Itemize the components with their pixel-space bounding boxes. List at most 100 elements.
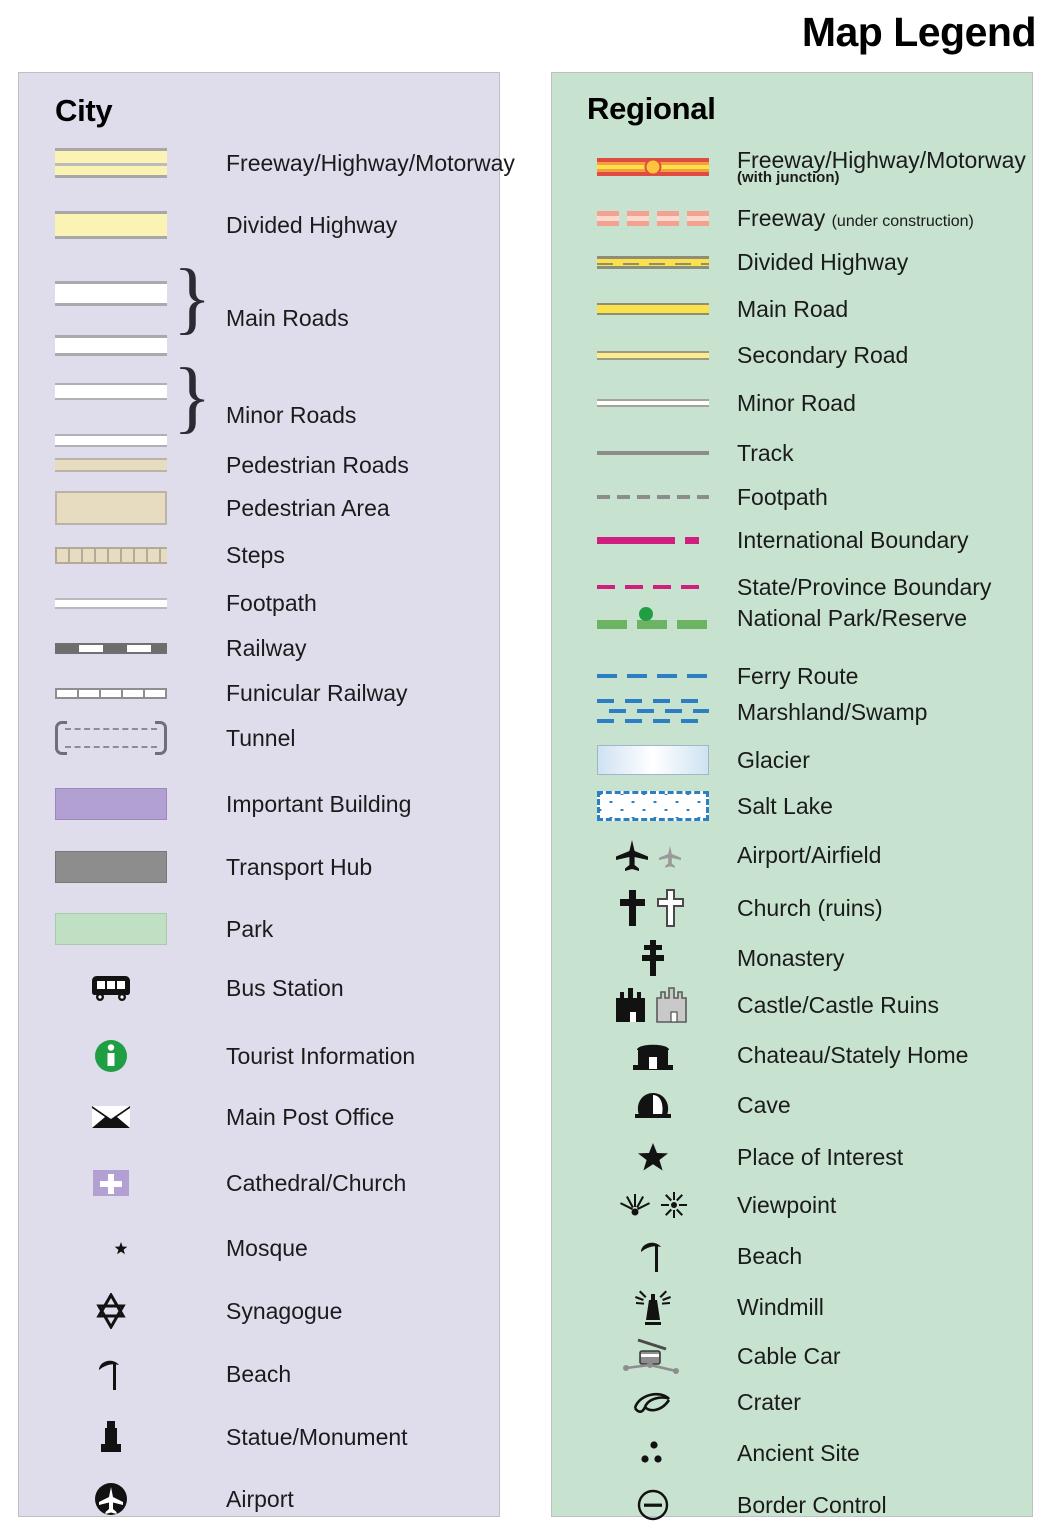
steps-swatch bbox=[55, 546, 167, 564]
legend-label: Place of Interest bbox=[737, 1143, 904, 1170]
legend-row-funicular: Funicular Railway bbox=[55, 681, 408, 705]
legend-row-post-office: Main Post Office bbox=[55, 1103, 394, 1131]
international-boundary-line bbox=[597, 536, 709, 544]
legend-label: Airport/Airfield bbox=[737, 841, 882, 868]
footpath-line bbox=[597, 495, 709, 500]
legend-row-mosque: Mosque bbox=[55, 1231, 308, 1265]
legend-row-divided-highway: Divided Highway bbox=[55, 211, 397, 239]
legend-label: Crater bbox=[737, 1388, 801, 1415]
legend-row-airport-city: Airport bbox=[55, 1481, 294, 1517]
legend-row-bus-station: Bus Station bbox=[55, 973, 344, 1003]
chateau-icon bbox=[631, 1038, 675, 1072]
freeway-junction-line bbox=[597, 157, 709, 176]
legend-row-chateau: Chateau/Stately Home bbox=[597, 1038, 968, 1072]
legend-label: Mosque bbox=[226, 1234, 308, 1261]
legend-row-tunnel: Tunnel bbox=[55, 721, 295, 755]
legend-row-place-of-interest: Place of Interest bbox=[597, 1141, 903, 1173]
legend-row-important-building: Important Building bbox=[55, 788, 411, 820]
legend-row-statue-monument: Statue/Monument bbox=[55, 1418, 408, 1456]
legend-label: Synagogue bbox=[226, 1297, 343, 1324]
legend-label: Beach bbox=[737, 1242, 803, 1269]
map-legend-page: Map Legend City Freeway/Highway/Motorway… bbox=[0, 0, 1050, 1533]
legend-label: Footpath bbox=[737, 484, 828, 510]
legend-row-ancient-site: Ancient Site bbox=[597, 1438, 860, 1468]
legend-row-state-boundary: State/Province Boundary bbox=[597, 575, 991, 599]
legend-row-steps: Steps bbox=[55, 543, 285, 567]
legend-row-beach-regional: Beach bbox=[597, 1238, 802, 1274]
legend-label: Pedestrian Roads bbox=[226, 452, 409, 478]
brace-main-roads: } bbox=[173, 254, 212, 342]
main-road-line bbox=[597, 303, 709, 316]
track-line bbox=[597, 451, 709, 456]
legend-label: Ancient Site bbox=[737, 1439, 860, 1466]
viewpoint-icon-pair bbox=[614, 1188, 692, 1222]
state-boundary-line bbox=[597, 585, 709, 590]
legend-label: Freeway/Highway/Motorway (with junction) bbox=[737, 148, 1026, 186]
glacier-swatch bbox=[597, 745, 709, 775]
legend-label: Important Building bbox=[226, 790, 412, 817]
pedestrian-area-swatch bbox=[55, 491, 167, 525]
legend-row-footpath-regional: Footpath bbox=[597, 485, 828, 509]
freeway-swatch bbox=[55, 148, 167, 178]
legend-row-glacier: Glacier bbox=[597, 745, 810, 775]
legend-label: Viewpoint bbox=[737, 1191, 837, 1218]
divided-highway-swatch bbox=[55, 211, 167, 239]
legend-label: Funicular Railway bbox=[226, 680, 408, 706]
regional-legend-panel: Regional Freeway/Highway/Motorway (with … bbox=[551, 72, 1033, 1521]
legend-row-cave: Cave bbox=[597, 1088, 791, 1122]
legend-row-national-park: National Park/Reserve bbox=[597, 606, 967, 630]
legend-row-windmill: Windmill bbox=[597, 1288, 824, 1326]
secondary-road-line bbox=[597, 350, 709, 360]
city-legend-panel: City Freeway/Highway/Motorway Divided Hi… bbox=[18, 72, 515, 1517]
legend-label: Bus Station bbox=[226, 974, 344, 1001]
legend-label: Border Control bbox=[737, 1491, 887, 1518]
legend-label: Cave bbox=[737, 1091, 791, 1118]
legend-row-border-control: Border Control bbox=[597, 1488, 887, 1522]
legend-label: Tunnel bbox=[226, 724, 296, 751]
legend-row-crater: Crater bbox=[597, 1388, 801, 1416]
legend-row-divided-highway-regional: Divided Highway bbox=[597, 250, 908, 274]
railway-swatch bbox=[55, 642, 167, 654]
legend-label: Main Road bbox=[737, 296, 849, 322]
cross-icon-pair bbox=[615, 888, 691, 928]
crater-icon bbox=[631, 1388, 675, 1416]
star-icon bbox=[637, 1141, 669, 1173]
legend-label: International Boundary bbox=[737, 527, 969, 553]
legend-row-castle: Castle/Castle Ruins bbox=[597, 986, 939, 1024]
legend-label: Divided Highway bbox=[737, 249, 909, 275]
information-icon bbox=[93, 1038, 129, 1074]
legend-row-beach-city: Beach bbox=[55, 1356, 291, 1392]
legend-row-tourist-information: Tourist Information bbox=[55, 1038, 415, 1074]
funicular-railway-swatch bbox=[55, 687, 167, 699]
legend-label: Divided Highway bbox=[226, 211, 398, 238]
legend-label: Main Post Office bbox=[226, 1103, 395, 1130]
legend-label: Secondary Road bbox=[737, 342, 909, 368]
legend-label: Footpath bbox=[226, 590, 317, 616]
legend-row-minor-roads: } Minor Roads bbox=[55, 357, 357, 459]
pedestrian-road-swatch bbox=[55, 458, 167, 473]
legend-label: Airport bbox=[226, 1485, 294, 1512]
legend-label: Cable Car bbox=[737, 1342, 841, 1369]
legend-row-main-road: Main Road bbox=[597, 297, 848, 321]
legend-label: Windmill bbox=[737, 1293, 824, 1320]
legend-row-international-boundary: International Boundary bbox=[597, 528, 968, 552]
legend-label: Chateau/Stately Home bbox=[737, 1041, 969, 1068]
legend-row-cathedral-church: Cathedral/Church bbox=[55, 1168, 406, 1198]
crescent-star-icon bbox=[93, 1231, 129, 1265]
legend-row-salt-lake: Salt Lake bbox=[597, 791, 833, 821]
brace-minor-roads: } bbox=[173, 353, 212, 441]
legend-row-synagogue: Synagogue bbox=[55, 1293, 342, 1329]
envelope-icon bbox=[91, 1103, 131, 1131]
legend-label: Minor Roads bbox=[226, 401, 357, 428]
legend-row-park: Park bbox=[55, 913, 273, 945]
border-control-icon bbox=[636, 1488, 670, 1522]
legend-row-pedestrian-roads: Pedestrian Roads bbox=[55, 453, 409, 477]
legend-label: Beach bbox=[226, 1360, 292, 1387]
legend-row-airport-airfield: Airport/Airfield bbox=[597, 838, 881, 872]
legend-row-freeway-junction: Freeway/Highway/Motorway (with junction) bbox=[597, 148, 1026, 186]
monastery-cross-icon bbox=[637, 938, 669, 978]
legend-label: Park bbox=[226, 915, 274, 942]
legend-label: State/Province Boundary bbox=[737, 574, 992, 600]
legend-label: Monastery bbox=[737, 944, 845, 971]
airplane-icon-pair bbox=[615, 838, 691, 872]
